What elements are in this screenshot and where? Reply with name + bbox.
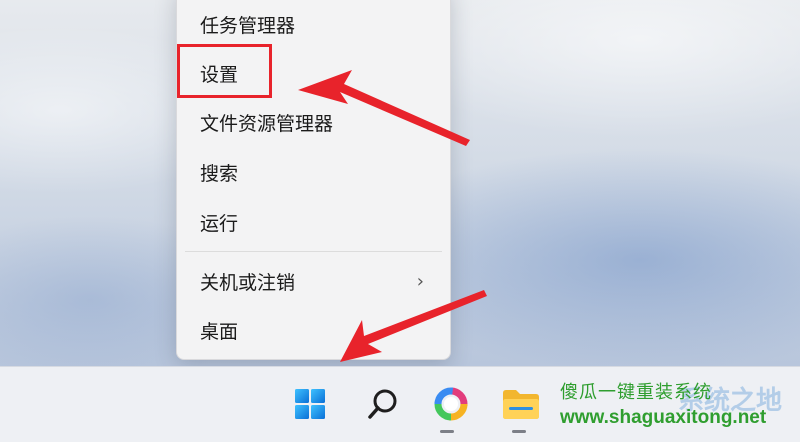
- menu-item-label: 桌面: [200, 320, 239, 343]
- menu-item-shutdown-signout[interactable]: 关机或注销 ›: [177, 258, 450, 304]
- search-icon: [368, 389, 397, 419]
- windows-logo-icon: [295, 389, 325, 419]
- menu-item-run[interactable]: 运行: [177, 199, 450, 245]
- start-button[interactable]: [285, 379, 335, 429]
- running-indicator: [440, 430, 454, 433]
- chevron-right-icon: ›: [416, 271, 424, 292]
- menu-item-file-explorer[interactable]: 文件资源管理器: [177, 99, 450, 145]
- menu-item-task-manager[interactable]: 任务管理器: [177, 1, 450, 47]
- menu-item-label: 任务管理器: [200, 14, 296, 37]
- running-indicator: [512, 430, 526, 433]
- search-button[interactable]: [358, 379, 408, 429]
- menu-item-label: 运行: [200, 212, 239, 235]
- site-watermark: 系统之地 傻瓜一键重装系统 www.shaguaxitong.net: [560, 378, 796, 436]
- menu-divider: [185, 251, 442, 252]
- menu-item-label: 关机或注销: [200, 271, 296, 294]
- file-explorer-button[interactable]: [496, 379, 546, 429]
- menu-item-label: 搜索: [200, 162, 239, 185]
- watermark-url: www.shaguaxitong.net: [560, 407, 767, 428]
- menu-item-desktop[interactable]: 桌面: [177, 307, 450, 353]
- colorful-ring-icon: [434, 387, 468, 421]
- settings-highlight-box: [177, 44, 272, 98]
- folder-icon: [503, 390, 539, 419]
- menu-item-label: 文件资源管理器: [200, 112, 334, 135]
- watermark-title: 傻瓜一键重装系统: [560, 382, 712, 403]
- menu-item-search[interactable]: 搜索: [177, 149, 450, 195]
- copilot-button[interactable]: [426, 379, 476, 429]
